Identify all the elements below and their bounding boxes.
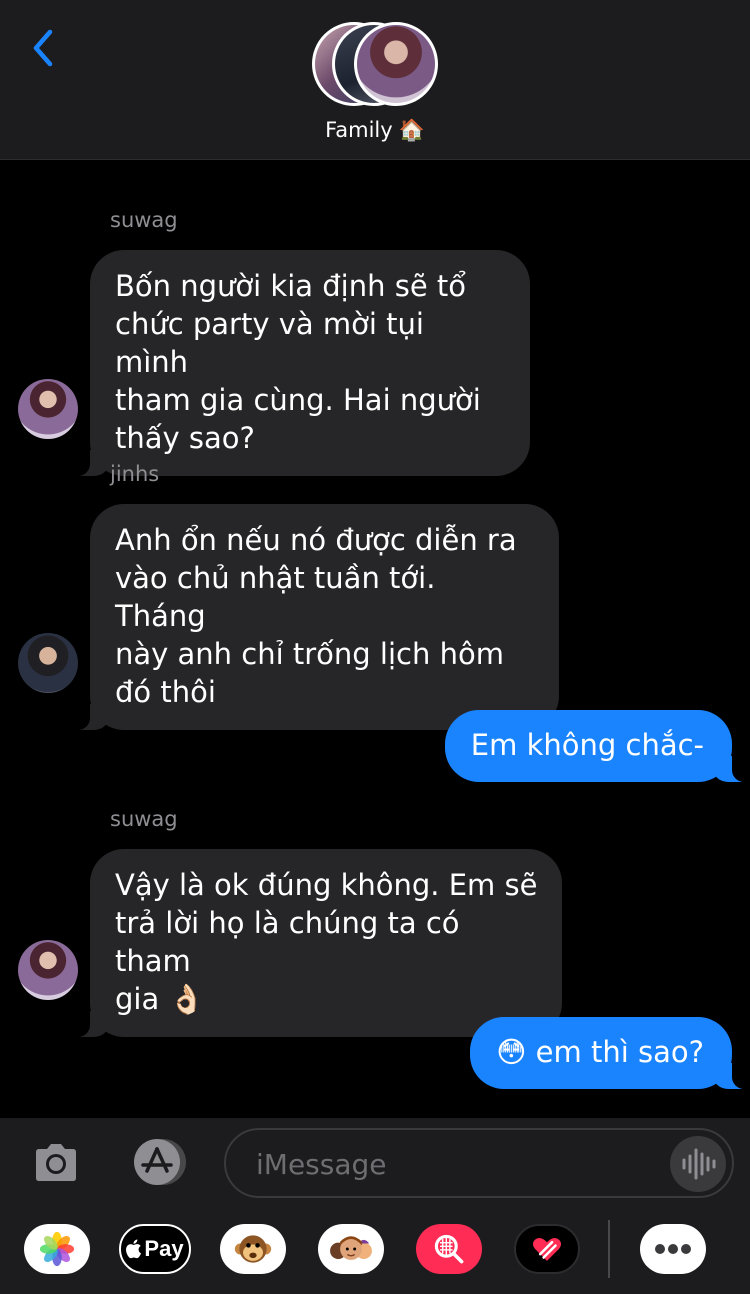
- chevron-left-icon[interactable]: [26, 26, 60, 70]
- sender-name: suwag: [110, 208, 178, 232]
- message-text: Anh ổn nếu nó được diễn ra vào chủ nhật …: [115, 523, 517, 709]
- sender-name: jinhs: [110, 462, 160, 486]
- message-field[interactable]: [224, 1128, 734, 1198]
- sender-name: suwag: [110, 807, 178, 831]
- digital-touch-icon[interactable]: [514, 1224, 580, 1274]
- message-text: Bốn người kia định sẽ tổ chức party và m…: [115, 269, 481, 455]
- message-thread[interactable]: suwag Bốn người kia định sẽ tổ chức part…: [0, 161, 750, 1119]
- compose-bar: [0, 1118, 750, 1206]
- camera-icon[interactable]: [32, 1140, 80, 1184]
- group-avatar[interactable]: [312, 22, 442, 110]
- message-text: Vậy là ok đúng không. Em sẽ trả lời họ l…: [115, 868, 538, 1016]
- house-icon: 🏠: [398, 118, 425, 142]
- member-avatar: [354, 22, 438, 106]
- divider: [608, 1220, 610, 1278]
- incoming-message[interactable]: Bốn người kia định sẽ tổ chức party và m…: [68, 250, 530, 476]
- avatar[interactable]: [18, 379, 78, 439]
- app-drawer: Pay: [0, 1206, 750, 1294]
- memoji-icon[interactable]: [318, 1224, 384, 1274]
- image-search-icon[interactable]: [416, 1224, 482, 1274]
- avatar[interactable]: [18, 633, 78, 693]
- imessage-input[interactable]: [256, 1144, 656, 1184]
- apple-logo-icon: [126, 1239, 142, 1259]
- message-text: Em không chắc-: [470, 728, 704, 762]
- photos-icon[interactable]: [24, 1224, 90, 1274]
- avatar[interactable]: [18, 940, 78, 1000]
- incoming-message[interactable]: Anh ổn nếu nó được diễn ra vào chủ nhật …: [68, 504, 559, 730]
- group-title[interactable]: Family 🏠: [0, 118, 750, 143]
- apple-pay-icon[interactable]: Pay: [119, 1224, 191, 1274]
- message-text: 😳 em thì sao?: [496, 1035, 704, 1069]
- group-name: Family: [325, 118, 393, 142]
- more-icon[interactable]: [640, 1224, 706, 1274]
- conversation-header: Family 🏠: [0, 0, 750, 160]
- app-store-icon[interactable]: [127, 1138, 191, 1186]
- apple-pay-label: Pay: [144, 1236, 184, 1261]
- outgoing-message[interactable]: 😳 em thì sao?: [470, 1017, 750, 1089]
- animoji-icon[interactable]: [220, 1224, 286, 1274]
- incoming-message[interactable]: Vậy là ok đúng không. Em sẽ trả lời họ l…: [68, 849, 562, 1037]
- audio-waveform-icon[interactable]: [670, 1136, 726, 1192]
- outgoing-message[interactable]: Em không chắc-: [444, 710, 750, 782]
